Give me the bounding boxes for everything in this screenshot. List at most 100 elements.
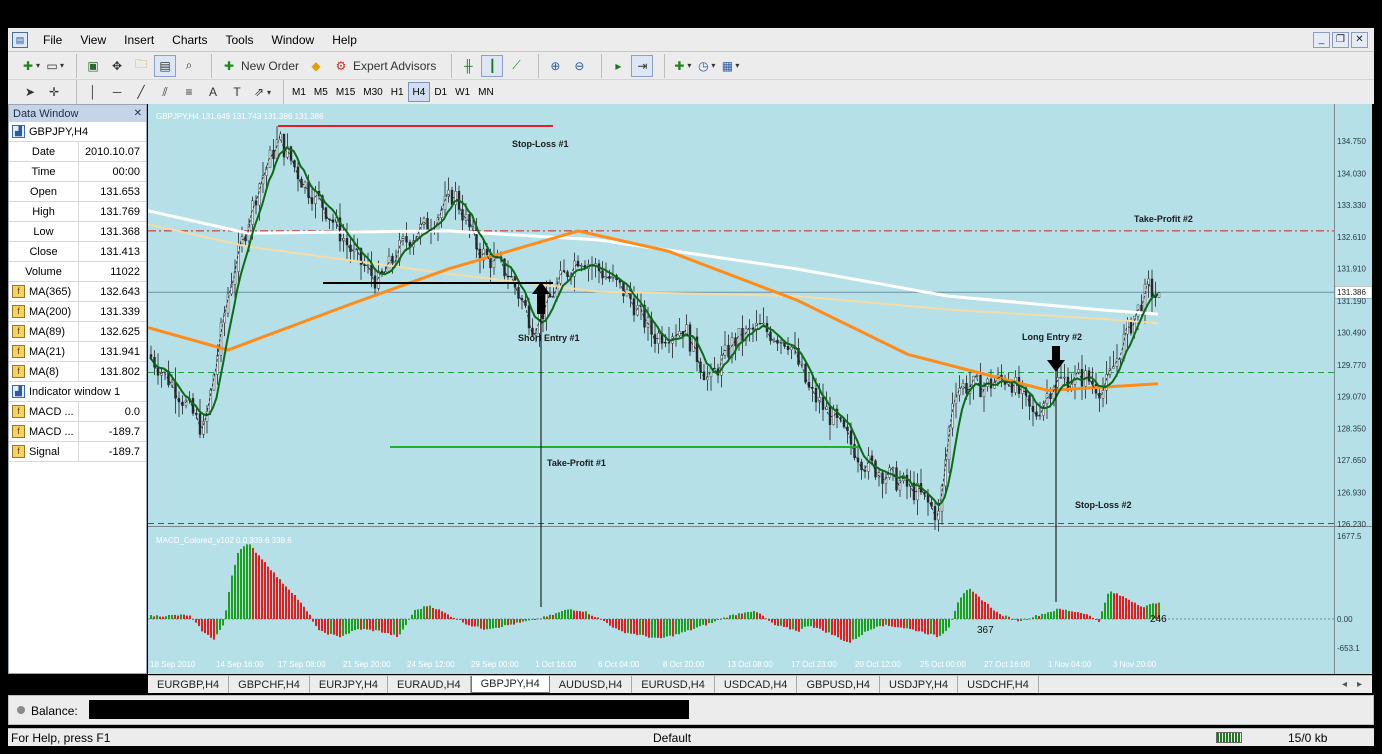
timeframe-h1[interactable]: H1 <box>387 82 408 102</box>
templates-icon: ▦ <box>721 58 734 73</box>
chart-tab[interactable]: USDJPY,H4 <box>880 676 959 693</box>
text-button[interactable]: A <box>202 81 224 103</box>
macd-bar <box>1095 619 1097 620</box>
menu-charts[interactable]: Charts <box>163 33 216 47</box>
macd-bar <box>921 619 923 632</box>
macd-bar <box>513 619 515 625</box>
tab-list: EURGBP,H4 GBPCHF,H4 EURJPY,H4 EURAUD,H4 GBPJ… <box>148 676 1039 693</box>
line-chart-button[interactable]: ⟋ <box>505 55 527 77</box>
timeframe-m5[interactable]: M5 <box>310 82 332 102</box>
balance-label: Balance: <box>31 704 78 718</box>
expert-advisors-label: Expert Advisors <box>353 58 437 73</box>
macd-bar <box>426 606 428 619</box>
chart-tab[interactable]: AUDUSD,H4 <box>550 676 633 693</box>
terminal-button[interactable]: ▤ <box>154 54 176 77</box>
macd-bar <box>642 619 644 635</box>
chart-tab[interactable]: EURAUD,H4 <box>388 676 471 693</box>
timeframe-h4[interactable]: H4 <box>407 82 431 102</box>
horizontal-line-button[interactable]: ─ <box>106 81 128 103</box>
equidistant-channel-button[interactable]: ⫽ <box>154 81 176 103</box>
profiles-button[interactable]: ▭ ▾ <box>43 55 65 77</box>
macd-bar <box>1035 615 1037 619</box>
templates-button[interactable]: ▦ ▾ <box>718 55 740 77</box>
tab-left-icon[interactable]: ◂ <box>1342 679 1347 690</box>
arrows-button[interactable]: ⇗ ▾ <box>250 81 272 103</box>
macd-bar <box>408 619 410 620</box>
chart-tab[interactable]: EURJPY,H4 <box>310 676 389 693</box>
text-label-button[interactable]: T <box>226 81 248 103</box>
trendline-button[interactable]: ╱ <box>130 81 152 103</box>
macd-bar <box>579 611 581 619</box>
close-icon[interactable]: ✕ <box>1351 31 1368 48</box>
market-watch-button[interactable]: ▣ <box>82 55 104 77</box>
price-chart-svg[interactable]: 134.750134.030133.330132.610131.910131.1… <box>147 104 1373 674</box>
macd-bar <box>807 619 809 627</box>
indicator-row-value: -189.7 <box>108 425 140 438</box>
expert-advisors-button[interactable]: ⚙ Expert Advisors <box>329 55 440 77</box>
indicators-button[interactable]: ✚ ▾ <box>670 55 692 77</box>
chart-tab[interactable]: USDCHF,H4 <box>958 676 1039 693</box>
data-row: High 131.769 <box>9 202 146 222</box>
data-window-symbol: ▟ GBPJPY,H4 <box>9 122 146 142</box>
menu-window[interactable]: Window <box>263 33 324 47</box>
autoscroll-button[interactable]: ▸ <box>607 55 629 77</box>
tab-right-icon[interactable]: ▸ <box>1357 679 1362 690</box>
zoom-out-button[interactable]: ⊖ <box>568 55 590 77</box>
chart-tab[interactable]: EURUSD,H4 <box>632 676 715 693</box>
chart-window[interactable]: 134.750 134.030 133.330 132.610 131.910 131.1… <box>147 104 1373 674</box>
menu-insert[interactable]: Insert <box>115 33 163 47</box>
vertical-line-button[interactable]: │ <box>82 81 104 103</box>
metaeditor-button[interactable]: ◆ <box>305 55 327 77</box>
candle-body <box>426 217 429 231</box>
menu-bar: ▤ File View Insert Charts Tools Window H… <box>8 28 1374 52</box>
new-order-button[interactable]: ✚ New Order <box>217 55 303 77</box>
candle-body <box>149 354 153 358</box>
macd-bar <box>309 614 311 619</box>
timeframe-m15[interactable]: M15 <box>332 82 359 102</box>
macd-bar <box>1026 619 1028 620</box>
data-window-button[interactable]: 🗀 <box>130 55 152 77</box>
zoom-in-button[interactable]: ⊕ <box>544 55 566 77</box>
data-row-value: 131.413 <box>100 245 140 258</box>
chart-shift-button[interactable]: ⇥ <box>631 54 654 77</box>
chart-tab[interactable]: GBPCHF,H4 <box>229 676 310 693</box>
macd-bar <box>246 544 248 619</box>
crosshair-button[interactable]: ✛ <box>43 81 65 103</box>
timeframe-d1[interactable]: D1 <box>430 82 451 102</box>
close-icon[interactable]: ✕ <box>134 108 142 119</box>
folder-icon: 🗀 <box>134 57 147 71</box>
macd-bar <box>552 614 554 619</box>
macd-bar <box>342 619 344 636</box>
chart-tab[interactable]: GBPJPY,H4 <box>470 676 550 693</box>
tester-button[interactable]: ⌕ <box>178 55 200 77</box>
menu-tools[interactable]: Tools <box>217 33 263 47</box>
periods-button[interactable]: ◷ ▾ <box>694 55 716 77</box>
timeframe-mn[interactable]: MN <box>474 82 498 102</box>
navigator-button[interactable]: ✥ <box>106 55 128 77</box>
chart-tab[interactable]: EURGBP,H4 <box>148 676 230 693</box>
timeframe-m1[interactable]: M1 <box>288 82 310 102</box>
macd-bar <box>333 619 335 635</box>
chart-tab[interactable]: USDCAD,H4 <box>715 676 798 693</box>
indicator-row-label-text: Signal <box>29 445 60 458</box>
candlestick-button[interactable]: ┃ <box>481 54 504 77</box>
minimize-icon[interactable]: _ <box>1313 31 1330 48</box>
macd-bar <box>471 619 473 627</box>
timeframe-w1[interactable]: W1 <box>451 82 474 102</box>
macd-bar <box>183 614 185 619</box>
macd-bar <box>381 619 383 633</box>
bar-chart-button[interactable]: ╫ <box>457 55 479 77</box>
restore-icon[interactable]: ❐ <box>1332 31 1349 48</box>
menu-view[interactable]: View <box>71 33 115 47</box>
data-row: f MA(200) 131.339 <box>9 302 146 322</box>
fibonacci-button[interactable]: ≡ <box>178 81 200 103</box>
chart-tab[interactable]: GBPUSD,H4 <box>797 676 881 693</box>
macd-bar <box>984 601 986 619</box>
timeframe-m30[interactable]: M30 <box>359 82 386 102</box>
new-chart-button[interactable]: ✚ ▾ <box>19 55 41 77</box>
cursor-button[interactable]: ➤ <box>19 81 41 103</box>
menu-file[interactable]: File <box>34 33 71 47</box>
terminal-icon: ▤ <box>159 58 171 73</box>
indicator-row-value: 0.0 <box>124 405 140 418</box>
menu-help[interactable]: Help <box>323 33 366 47</box>
